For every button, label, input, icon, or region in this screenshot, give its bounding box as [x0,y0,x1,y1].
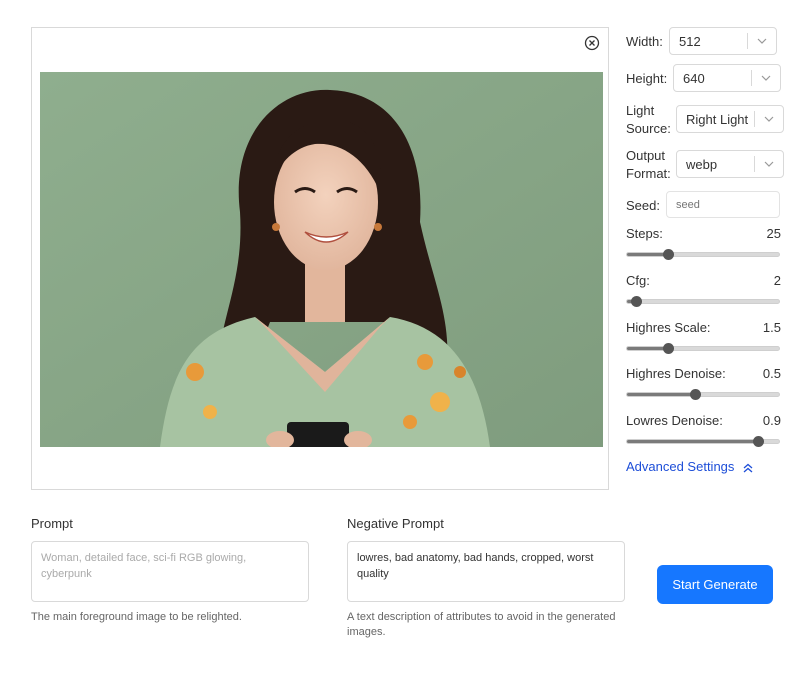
width-select[interactable]: 512 [669,27,777,55]
slider-label: Highres Scale: [626,320,711,335]
slider-thumb[interactable] [631,296,643,307]
slider-label: Steps: [626,226,663,241]
slider-thumb[interactable] [663,343,675,354]
slider-value: 0.9 [762,413,781,428]
seed-label: Seed: [626,198,660,213]
output-format-value: webp [686,157,718,172]
slider-value: 1.5 [762,320,781,335]
select-divider [754,156,755,172]
prompt-help: The main foreground image to be relighte… [31,611,242,623]
prompt-title: Prompt [31,516,73,531]
slider-value: 2 [773,273,781,288]
slider-fill [627,253,669,256]
negative-prompt-title: Negative Prompt [347,516,444,531]
light-source-label-line2: Source: [626,121,671,136]
slider-fill [627,347,669,350]
slider-label: Cfg: [626,273,650,288]
slider-label: Highres Denoise: [626,366,726,381]
slider-track[interactable] [626,436,780,447]
advanced-settings-toggle[interactable]: Advanced Settings [626,459,754,474]
double-chevron-up-icon [743,463,753,473]
slider-track[interactable] [626,389,780,400]
slider-fill [627,440,758,443]
slider-value: 25 [766,226,781,241]
slider-fill [627,393,696,396]
close-icon[interactable] [584,35,600,51]
image-upload-panel[interactable] [31,27,609,490]
slider-thumb[interactable] [690,389,702,400]
width-label: Width: [626,34,663,49]
select-divider [751,70,752,86]
chevron-down-icon [764,116,774,122]
foreground-image [40,72,603,447]
height-label: Height: [626,71,668,86]
output-format-label-line1: Output [626,148,666,163]
height-select[interactable]: 640 [673,64,781,92]
height-value: 640 [683,71,705,86]
advanced-settings-label: Advanced Settings [626,459,735,474]
select-divider [754,111,755,127]
width-value: 512 [679,34,701,49]
output-format-label-line2: Format: [626,166,671,181]
light-source-select[interactable]: Right Light [676,105,784,133]
slider-value: 0.5 [762,366,781,381]
slider-track[interactable] [626,343,780,354]
slider-track[interactable] [626,249,780,260]
chevron-down-icon [764,161,774,167]
slider-thumb[interactable] [752,436,764,447]
chevron-down-icon [757,38,767,44]
slider-thumb[interactable] [663,249,675,260]
seed-input[interactable] [666,191,780,218]
chevron-down-icon [761,75,771,81]
slider-label: Lowres Denoise: [626,413,723,428]
negative-prompt-help: A text description of attributes to avoi… [347,611,616,638]
prompt-input[interactable] [31,541,309,602]
light-source-label-line1: Light [626,103,655,118]
light-source-value: Right Light [686,112,749,127]
negative-prompt-input[interactable] [347,541,625,602]
start-generate-button[interactable]: Start Generate [657,565,773,604]
output-format-select[interactable]: webp [676,150,784,178]
select-divider [747,33,748,49]
slider-track[interactable] [626,296,780,307]
